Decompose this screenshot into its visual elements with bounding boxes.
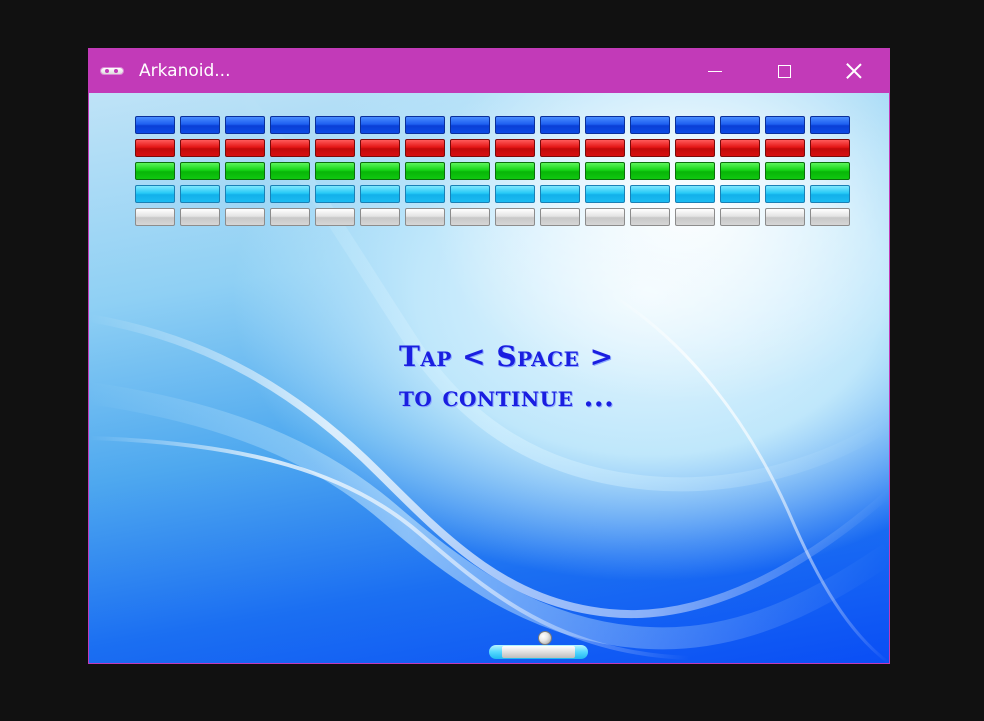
brick-red — [540, 139, 580, 157]
brick-silver — [270, 208, 310, 226]
brick-cyan — [180, 185, 220, 203]
brick-red — [810, 139, 850, 157]
brick-cyan — [675, 185, 715, 203]
brick-green — [585, 162, 625, 180]
brick-cyan — [360, 185, 400, 203]
brick-blue — [270, 116, 310, 134]
brick-red — [765, 139, 805, 157]
brick-cyan — [450, 185, 490, 203]
brick-blue — [450, 116, 490, 134]
title-bar[interactable]: Arkanoid... — [89, 49, 889, 93]
brick-cyan — [405, 185, 445, 203]
brick-blue — [360, 116, 400, 134]
brick-silver — [495, 208, 535, 226]
brick-green — [225, 162, 265, 180]
brick-blue — [495, 116, 535, 134]
brick-red — [585, 139, 625, 157]
brick-green — [495, 162, 535, 180]
brick-red — [675, 139, 715, 157]
brick-red — [720, 139, 760, 157]
brick-green — [450, 162, 490, 180]
brick-green — [180, 162, 220, 180]
brick-blue — [675, 116, 715, 134]
brick-silver — [585, 208, 625, 226]
brick-green — [135, 162, 175, 180]
brick-silver — [405, 208, 445, 226]
maximize-icon — [777, 64, 791, 78]
minimize-icon — [708, 70, 722, 72]
pause-message: Tap < Space > to continue ... — [399, 337, 614, 417]
brick-silver — [720, 208, 760, 226]
brick-silver — [540, 208, 580, 226]
brick-green — [540, 162, 580, 180]
close-button[interactable] — [831, 49, 877, 93]
maximize-button[interactable] — [761, 49, 807, 93]
brick-red — [135, 139, 175, 157]
brick-red — [495, 139, 535, 157]
brick-cyan — [540, 185, 580, 203]
window-title: Arkanoid... — [139, 61, 231, 81]
brick-red — [225, 139, 265, 157]
paddle-core — [502, 646, 575, 658]
brick-green — [720, 162, 760, 180]
brick-cyan — [630, 185, 670, 203]
brick-blue — [630, 116, 670, 134]
brick-red — [630, 139, 670, 157]
brick-green — [675, 162, 715, 180]
brick-cyan — [315, 185, 355, 203]
brick-silver — [765, 208, 805, 226]
brick-green — [630, 162, 670, 180]
brick-red — [405, 139, 445, 157]
brick-silver — [180, 208, 220, 226]
message-line-2: to continue ... — [399, 380, 615, 413]
brick-silver — [630, 208, 670, 226]
brick-cyan — [765, 185, 805, 203]
brick-silver — [450, 208, 490, 226]
brick-green — [405, 162, 445, 180]
brick-blue — [180, 116, 220, 134]
brick-cyan — [135, 185, 175, 203]
brick-green — [765, 162, 805, 180]
brick-cyan — [720, 185, 760, 203]
brick-blue — [540, 116, 580, 134]
paddle[interactable] — [489, 645, 588, 659]
brick-cyan — [225, 185, 265, 203]
brick-red — [450, 139, 490, 157]
brick-silver — [135, 208, 175, 226]
message-line-1: Tap < Space > — [399, 340, 614, 373]
ball — [538, 631, 552, 645]
brick-blue — [810, 116, 850, 134]
brick-silver — [810, 208, 850, 226]
brick-green — [810, 162, 850, 180]
brick-silver — [225, 208, 265, 226]
brick-red — [360, 139, 400, 157]
brick-cyan — [495, 185, 535, 203]
minimize-button[interactable] — [692, 49, 738, 93]
brick-cyan — [270, 185, 310, 203]
brick-blue — [720, 116, 760, 134]
brick-green — [315, 162, 355, 180]
brick-blue — [585, 116, 625, 134]
brick-red — [315, 139, 355, 157]
brick-cyan — [810, 185, 850, 203]
brick-silver — [315, 208, 355, 226]
brick-blue — [135, 116, 175, 134]
brick-green — [360, 162, 400, 180]
brick-red — [270, 139, 310, 157]
brick-silver — [360, 208, 400, 226]
brick-blue — [765, 116, 805, 134]
arkanoid-app-icon — [101, 68, 123, 74]
close-icon — [846, 63, 862, 79]
brick-blue — [405, 116, 445, 134]
game-playfield[interactable]: Tap < Space > to continue ... — [89, 93, 889, 663]
arkanoid-window: Arkanoid... Tap < Space > to continue ..… — [88, 48, 890, 664]
brick-blue — [315, 116, 355, 134]
brick-red — [180, 139, 220, 157]
brick-silver — [675, 208, 715, 226]
brick-blue — [225, 116, 265, 134]
desktop-background: Arkanoid... Tap < Space > to continue ..… — [0, 0, 984, 721]
brick-green — [270, 162, 310, 180]
brick-cyan — [585, 185, 625, 203]
